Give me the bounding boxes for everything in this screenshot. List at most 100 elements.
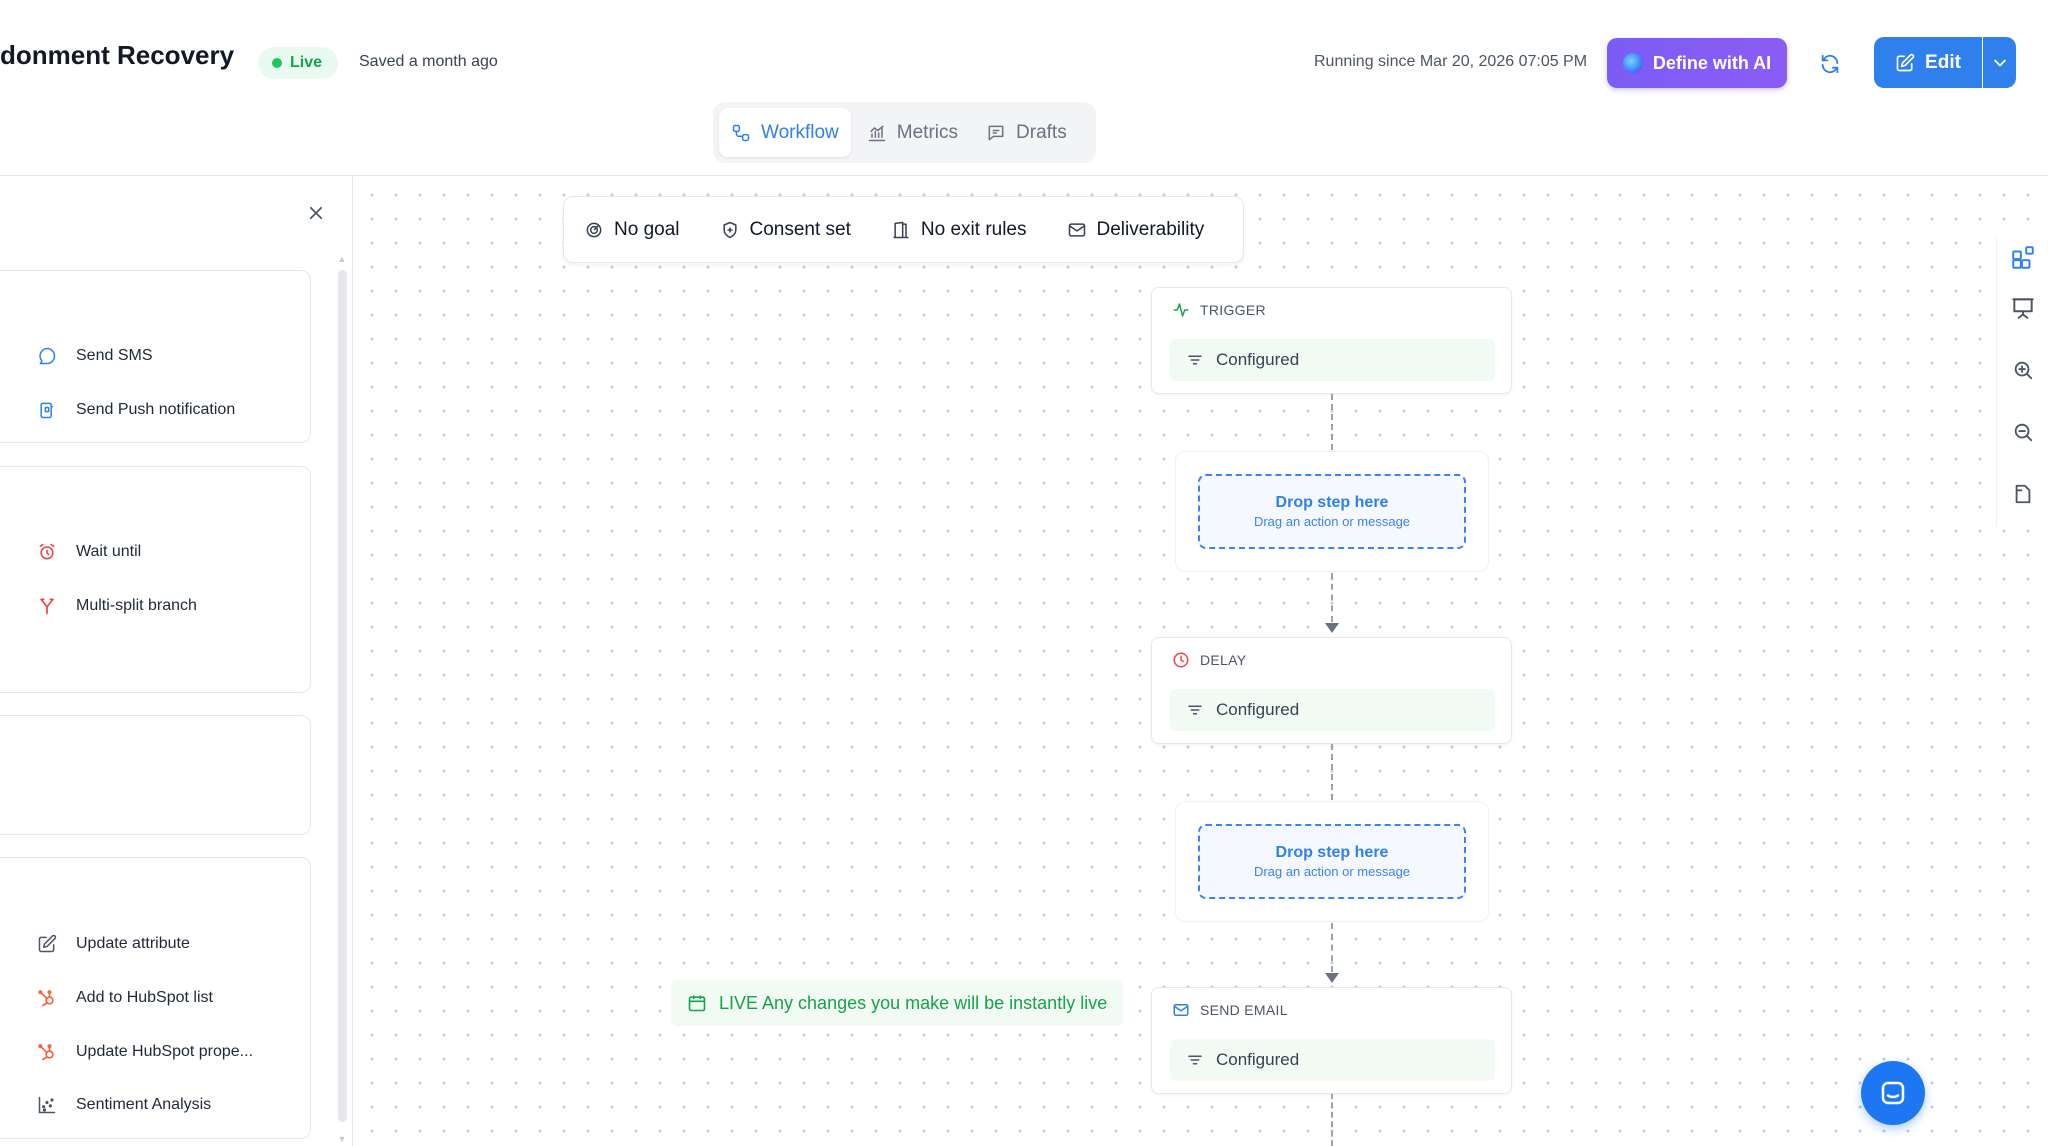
connector-line — [1331, 1093, 1333, 1146]
panel-scrollbar[interactable] — [338, 270, 347, 1122]
tab-drafts-label: Drafts — [1016, 121, 1067, 143]
goal-setting[interactable]: No goal — [584, 219, 680, 241]
panel-item-label: Update attribute — [76, 935, 190, 952]
branch-split-icon — [36, 595, 58, 617]
close-panel-button[interactable] — [303, 200, 329, 226]
edit-square-icon — [36, 933, 58, 955]
mail-icon — [1068, 222, 1085, 237]
canvas-side-toolbar — [1996, 236, 2048, 526]
running-since-text: Running since Mar 20, 2026 07:05 PM — [1314, 53, 1588, 70]
edit-dropdown-button[interactable] — [1983, 37, 2016, 88]
connector-line — [1331, 573, 1333, 622]
connector-line — [1331, 923, 1333, 972]
panel-item-wait-until[interactable]: Wait until — [36, 537, 141, 567]
edit-button[interactable]: Edit — [1874, 37, 1982, 88]
add-widget-button[interactable] — [2007, 242, 2039, 274]
workflow-settings-toolbar: No goal Consent set No exit rules Delive… — [563, 196, 1244, 263]
panel-item-update-hubspot-property[interactable]: Update HubSpot prope... — [36, 1037, 253, 1067]
consent-label: Consent set — [749, 218, 851, 240]
mail-icon — [1173, 1004, 1189, 1016]
panel-item-label: Sentiment Analysis — [76, 1096, 212, 1113]
node-status: Configured — [1170, 339, 1495, 381]
panel-item-send-sms[interactable]: Send SMS — [36, 341, 152, 371]
hubspot-icon — [36, 1041, 58, 1063]
define-with-ai-button[interactable]: Define with AI — [1607, 38, 1787, 88]
calendar-icon — [688, 995, 706, 1012]
panel-item-add-hubspot-list[interactable]: Add to HubSpot list — [36, 983, 213, 1013]
panel-item-label: Add to HubSpot list — [76, 989, 213, 1006]
refresh-button[interactable] — [1810, 44, 1850, 84]
panel-item-multi-split[interactable]: Multi-split branch — [36, 591, 197, 621]
live-notice-text: LIVE Any changes you make will be instan… — [719, 992, 1108, 1013]
drop-zone[interactable]: Drop step here Drag an action or message — [1198, 474, 1466, 549]
door-exit-icon — [893, 221, 909, 238]
exit-rules-label: No exit rules — [920, 218, 1027, 240]
drop-zone-container: Drop step here Drag an action or message — [1175, 801, 1489, 922]
page-title: donment Recovery — [0, 40, 235, 70]
drop-zone-title: Drop step here — [1275, 494, 1389, 511]
clock-icon — [1173, 652, 1189, 668]
zoom-in-button[interactable] — [2007, 354, 2039, 386]
refresh-icon — [1821, 54, 1839, 74]
drop-zone-container: Drop step here Drag an action or message — [1175, 451, 1489, 572]
filter-icon — [1188, 1055, 1202, 1065]
file-icon — [2015, 484, 2031, 504]
live-changes-notice: LIVE Any changes you make will be instan… — [671, 980, 1124, 1026]
workflow-icon — [732, 124, 750, 141]
panel-group-empty — [0, 715, 311, 835]
presentation-icon — [2012, 298, 2034, 319]
drop-zone-title: Drop step here — [1275, 844, 1389, 861]
consent-setting[interactable]: Consent set — [720, 219, 851, 241]
send-email-node[interactable]: SEND EMAIL Configured — [1151, 987, 1512, 1094]
node-type-label: TRIGGER — [1200, 302, 1266, 318]
status-label: Live — [290, 54, 323, 71]
connector-arrow — [1325, 623, 1339, 633]
chat-launcher-button[interactable] — [1861, 1061, 1925, 1125]
grid-plus-icon — [2012, 246, 2034, 269]
deliverability-setting[interactable]: Deliverability — [1067, 219, 1204, 241]
target-icon — [586, 222, 602, 237]
node-type-label: DELAY — [1200, 652, 1247, 668]
delay-node[interactable]: DELAY Configured — [1151, 637, 1512, 744]
scatter-chart-icon — [36, 1094, 58, 1116]
drop-zone[interactable]: Drop step here Drag an action or message — [1198, 824, 1466, 899]
connector-line — [1331, 394, 1333, 450]
exit-rules-setting[interactable]: No exit rules — [891, 219, 1027, 241]
node-status-label: Configured — [1216, 700, 1300, 719]
zoom-in-icon — [2014, 361, 2033, 380]
tab-workflow[interactable]: Workflow — [719, 108, 851, 157]
filter-icon — [1188, 355, 1202, 365]
metrics-icon — [868, 125, 886, 141]
presentation-button[interactable] — [2007, 292, 2039, 324]
edit-icon — [1896, 53, 1915, 71]
saved-text: Saved a month ago — [359, 53, 498, 70]
chat-icon — [1881, 1081, 1905, 1105]
status-badge: Live — [258, 47, 339, 79]
panel-item-send-push[interactable]: Send Push notification — [36, 395, 235, 425]
trigger-node[interactable]: TRIGGER Configured — [1151, 287, 1512, 394]
close-icon — [309, 206, 323, 220]
tab-metrics[interactable]: Metrics — [855, 108, 970, 157]
zoom-out-button[interactable] — [2007, 416, 2039, 448]
panel-item-label: Update HubSpot prope... — [76, 1043, 254, 1060]
tab-drafts[interactable]: Drafts — [974, 108, 1079, 157]
panel-item-label: Send Push notification — [76, 401, 236, 418]
hubspot-icon — [36, 987, 58, 1009]
mobile-push-icon — [36, 399, 58, 421]
panel-item-label: Multi-split branch — [76, 597, 197, 614]
panel-item-update-attribute[interactable]: Update attribute — [36, 929, 190, 959]
edit-label: Edit — [1925, 51, 1961, 73]
scroll-up-arrow[interactable]: ▲ — [337, 254, 347, 264]
scroll-down-arrow[interactable]: ▼ — [337, 1134, 347, 1144]
drop-zone-subtitle: Drag an action or message — [1253, 514, 1411, 529]
message-circle-icon — [36, 345, 58, 367]
live-dot-icon — [272, 58, 282, 68]
panel-item-sentiment-analysis[interactable]: Sentiment Analysis — [36, 1090, 211, 1120]
panel-item-label: Send SMS — [76, 347, 153, 364]
zoom-out-icon — [2014, 423, 2033, 442]
node-status: Configured — [1170, 1039, 1495, 1081]
activity-icon — [1173, 303, 1189, 317]
page-header: donment Recovery Live Saved a month ago … — [0, 0, 2048, 176]
fit-view-button[interactable] — [2007, 478, 2039, 510]
node-status-label: Configured — [1216, 350, 1300, 369]
